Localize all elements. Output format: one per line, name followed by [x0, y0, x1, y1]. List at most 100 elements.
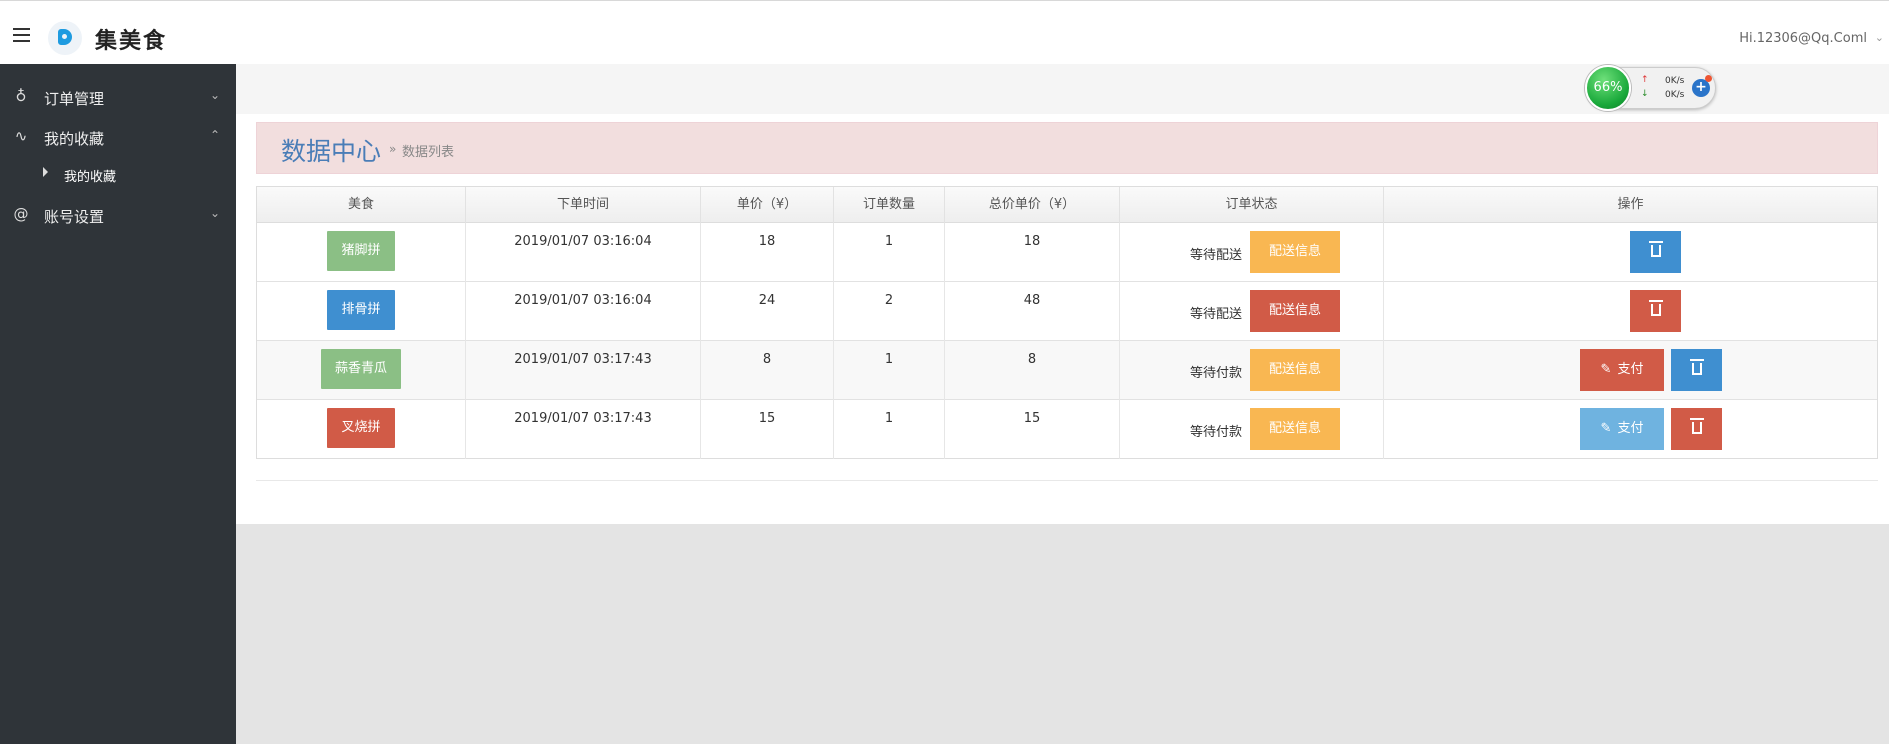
- sidebar-item-favorites[interactable]: ∿ 我的收藏 ⌃: [0, 121, 236, 155]
- status-text: 等待付款: [1190, 425, 1243, 440]
- usage-percent-ball[interactable]: 66%: [1585, 65, 1631, 111]
- column-header-total[interactable]: 总价单价（¥）: [945, 187, 1120, 223]
- network-speed-widget[interactable]: 66% ↑ 0K/s ↓ 0K/s +: [1585, 65, 1716, 111]
- sidebar-item-account-settings[interactable]: @ 账号设置 ⌄: [0, 199, 236, 233]
- table-row: 叉烧拼 2019/01/07 03:17:43 15 1 15 等待付款 配送信…: [257, 400, 1877, 459]
- download-arrow-icon: ↓: [1641, 89, 1649, 99]
- trash-icon: [1648, 300, 1663, 316]
- caret-right-icon: [43, 167, 48, 177]
- actions-cell: [1384, 282, 1877, 341]
- unit-price-cell: 8: [701, 341, 834, 400]
- upload-arrow-icon: ↑: [1641, 75, 1649, 85]
- table-row: 排骨拼 2019/01/07 03:16:04 24 2 48 等待配送 配送信…: [257, 282, 1877, 341]
- brand-name[interactable]: 集美食: [95, 23, 167, 55]
- status-cell: 等待付款 配送信息: [1120, 341, 1384, 400]
- quantity-cell: 1: [834, 400, 945, 459]
- order-time-cell: 2019/01/07 03:17:43: [466, 400, 701, 459]
- trash-icon: [1648, 241, 1663, 257]
- status-text: 等待付款: [1190, 366, 1243, 381]
- pencil-icon: ✎: [1600, 362, 1612, 377]
- page-header: 数据中心 » 数据列表: [256, 122, 1878, 174]
- food-cell: 排骨拼: [257, 282, 466, 341]
- trash-icon: [1689, 418, 1704, 434]
- column-header-unit-price[interactable]: 单价（¥）: [701, 187, 834, 223]
- sidebar-subitem-my-favorites[interactable]: 我的收藏: [0, 160, 236, 190]
- upload-speed: 0K/s: [1665, 76, 1685, 86]
- food-button[interactable]: 猪脚拼: [327, 231, 395, 271]
- quantity-cell: 2: [834, 282, 945, 341]
- table-row: 蒜香青瓜 2019/01/07 03:17:43 8 1 8 等待付款 配送信息…: [257, 341, 1877, 400]
- column-header-order-time[interactable]: 下单时间: [466, 187, 701, 223]
- food-cell: 叉烧拼: [257, 400, 466, 459]
- status-cell: 等待配送 配送信息: [1120, 223, 1384, 282]
- actions-cell: ✎ 支付: [1384, 341, 1877, 400]
- column-header-status[interactable]: 订单状态: [1120, 187, 1384, 223]
- food-button[interactable]: 排骨拼: [327, 290, 395, 330]
- unit-price-cell: 15: [701, 400, 834, 459]
- shipping-info-button[interactable]: 配送信息: [1250, 290, 1340, 332]
- chevron-down-icon: ⌄: [209, 206, 220, 220]
- at-icon: @: [13, 205, 29, 223]
- column-header-quantity[interactable]: 订单数量: [834, 187, 945, 223]
- actions-cell: [1384, 223, 1877, 282]
- total-cell: 8: [945, 341, 1120, 400]
- hamburger-menu-icon[interactable]: [13, 28, 30, 42]
- food-button[interactable]: 蒜香青瓜: [320, 349, 401, 389]
- chevron-up-icon: ⌃: [209, 128, 220, 142]
- table-header: 美食 下单时间 单价（¥） 订单数量 总价单价（¥） 订单状态 操作: [257, 187, 1877, 223]
- total-cell: 15: [945, 400, 1120, 459]
- page-title: 数据中心: [281, 137, 382, 166]
- pay-button-label: 支付: [1617, 421, 1644, 436]
- top-navbar: 集美食 Hi.12306@Qq.Coml ⌄: [0, 0, 1889, 64]
- delete-button[interactable]: [1671, 349, 1722, 391]
- chevron-down-icon: ⌄: [209, 88, 220, 102]
- status-text: 等待配送: [1190, 307, 1243, 322]
- delete-button[interactable]: [1630, 290, 1681, 332]
- sidebar-item-label: 账号设置: [44, 208, 105, 226]
- app-logo[interactable]: [48, 21, 82, 55]
- ribbon-icon: ♁: [15, 87, 27, 105]
- food-cell: 蒜香青瓜: [257, 341, 466, 400]
- notification-dot: [1705, 75, 1712, 82]
- orders-table: 美食 下单时间 单价（¥） 订单数量 总价单价（¥） 订单状态 操作 猪脚拼 2…: [256, 186, 1878, 459]
- delete-button[interactable]: [1671, 408, 1722, 450]
- breadcrumb-separator: »: [389, 142, 397, 156]
- unit-price-cell: 24: [701, 282, 834, 341]
- total-cell: 48: [945, 282, 1120, 341]
- unit-price-cell: 18: [701, 223, 834, 282]
- total-cell: 18: [945, 223, 1120, 282]
- food-cell: 猪脚拼: [257, 223, 466, 282]
- delete-button[interactable]: [1630, 231, 1681, 273]
- order-time-cell: 2019/01/07 03:16:04: [466, 223, 701, 282]
- status-cell: 等待付款 配送信息: [1120, 400, 1384, 459]
- quantity-cell: 1: [834, 223, 945, 282]
- column-header-actions: 操作: [1617, 197, 1644, 212]
- trash-icon: [1689, 359, 1704, 375]
- sidebar-item-orders[interactable]: ♁ 订单管理 ⌄: [0, 81, 236, 115]
- shipping-info-button[interactable]: 配送信息: [1250, 408, 1340, 450]
- pay-button-label: 支付: [1617, 362, 1644, 377]
- activity-icon: ∿: [14, 127, 28, 145]
- order-time-cell: 2019/01/07 03:17:43: [466, 341, 701, 400]
- user-menu[interactable]: Hi.12306@Qq.Coml: [1739, 31, 1867, 46]
- breadcrumb: 数据列表: [402, 145, 455, 160]
- download-speed: 0K/s: [1665, 90, 1685, 100]
- sidebar: ♁ 订单管理 ⌄ ∿ 我的收藏 ⌃ 我的收藏 @ 账号设置 ⌄: [0, 64, 236, 744]
- chevron-down-icon[interactable]: ⌄: [1875, 31, 1884, 44]
- order-time-cell: 2019/01/07 03:16:04: [466, 282, 701, 341]
- pencil-icon: ✎: [1600, 421, 1612, 436]
- pay-button[interactable]: ✎ 支付: [1580, 408, 1664, 450]
- sidebar-item-label: 我的收藏: [44, 130, 105, 148]
- table-row: 猪脚拼 2019/01/07 03:16:04 18 1 18 等待配送 配送信…: [257, 223, 1877, 282]
- status-text: 等待配送: [1190, 248, 1243, 263]
- sidebar-subitem-label: 我的收藏: [64, 170, 117, 185]
- shipping-info-button[interactable]: 配送信息: [1250, 349, 1340, 391]
- status-cell: 等待配送 配送信息: [1120, 282, 1384, 341]
- food-button[interactable]: 叉烧拼: [327, 408, 395, 448]
- pay-button[interactable]: ✎ 支付: [1580, 349, 1664, 391]
- actions-cell: ✎ 支付: [1384, 400, 1877, 459]
- shipping-info-button[interactable]: 配送信息: [1250, 231, 1340, 273]
- sidebar-item-label: 订单管理: [44, 90, 105, 108]
- quantity-cell: 1: [834, 341, 945, 400]
- column-header-food[interactable]: 美食: [257, 187, 466, 223]
